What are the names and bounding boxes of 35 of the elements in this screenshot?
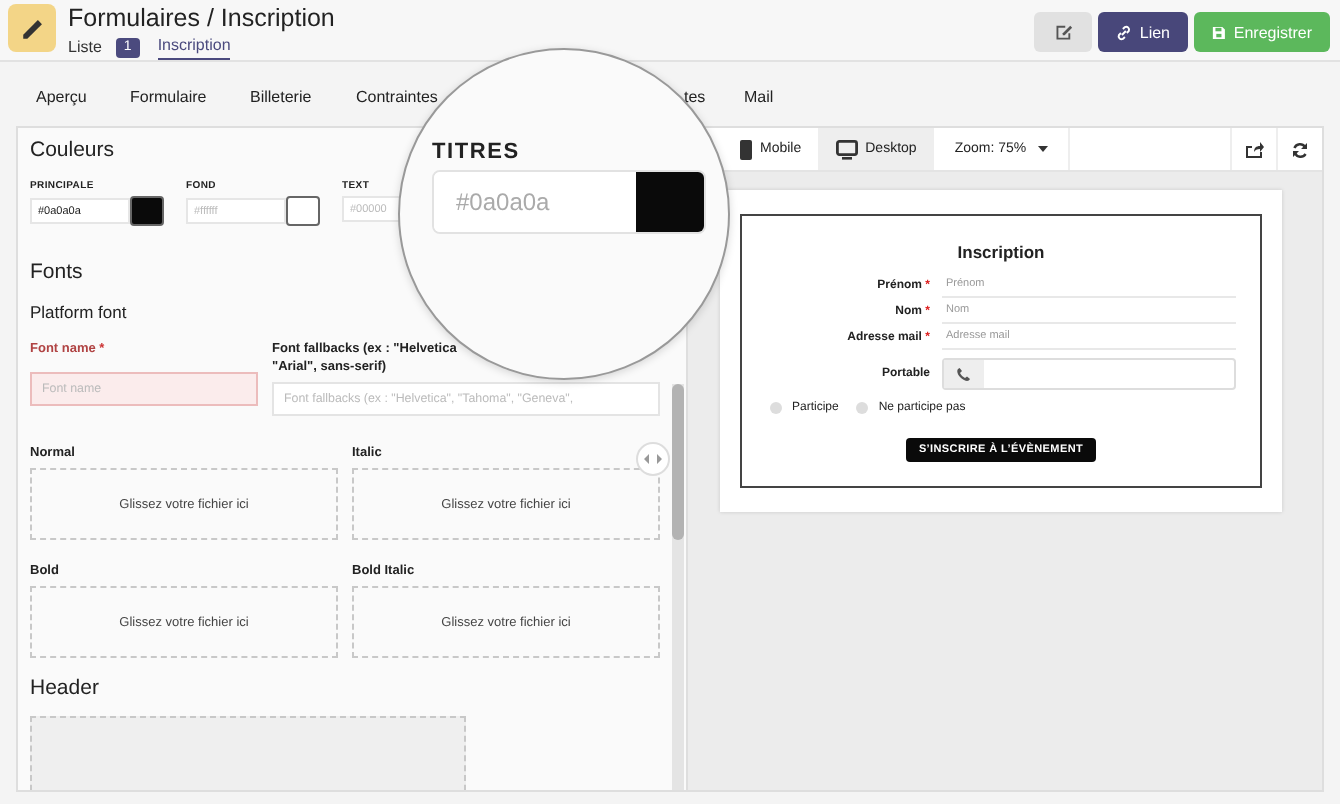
refresh-icon[interactable] bbox=[1292, 141, 1308, 157]
pencil-icon bbox=[19, 15, 45, 41]
section-title: Fonts bbox=[30, 260, 83, 284]
scrollbar-thumb[interactable] bbox=[672, 384, 684, 540]
color-swatch[interactable] bbox=[130, 196, 164, 226]
subsection-title: Platform font bbox=[30, 302, 127, 322]
scrollbar[interactable] bbox=[672, 384, 684, 790]
form-title: Inscription bbox=[955, 242, 1047, 262]
tab[interactable]: Billeterie bbox=[250, 88, 312, 110]
phone-input[interactable] bbox=[942, 358, 1236, 390]
color-swatch[interactable] bbox=[636, 172, 704, 232]
section-title: Couleurs bbox=[30, 138, 115, 162]
tab[interactable]: Formulaire bbox=[130, 88, 207, 110]
link-button[interactable]: Lien bbox=[1098, 12, 1188, 52]
caret-icon bbox=[1038, 146, 1049, 152]
page-title: Formulaires / Inscription bbox=[68, 4, 335, 34]
breadcrumb-link[interactable]: Liste bbox=[68, 37, 102, 59]
edit-button[interactable] bbox=[1034, 12, 1092, 52]
phone-icon bbox=[740, 139, 752, 159]
section-title: Header bbox=[30, 676, 99, 700]
radio-button[interactable] bbox=[770, 402, 782, 414]
phone-icon bbox=[956, 367, 972, 381]
monitor-icon bbox=[835, 139, 858, 159]
link-icon bbox=[1116, 23, 1132, 41]
tab[interactable]: Aperçu bbox=[36, 88, 87, 110]
breadcrumb-link[interactable]: Inscription bbox=[157, 36, 231, 60]
edit-icon bbox=[1053, 22, 1073, 42]
color-swatch[interactable] bbox=[286, 196, 320, 226]
tab[interactable]: Mail bbox=[744, 88, 774, 110]
tab[interactable]: Contraintes bbox=[356, 88, 438, 110]
share-icon[interactable] bbox=[1245, 141, 1263, 157]
field-label: TITRES bbox=[432, 140, 520, 164]
radio-button[interactable] bbox=[856, 402, 869, 414]
floppy-icon bbox=[1212, 23, 1226, 41]
tab[interactable]: tes bbox=[684, 88, 706, 110]
